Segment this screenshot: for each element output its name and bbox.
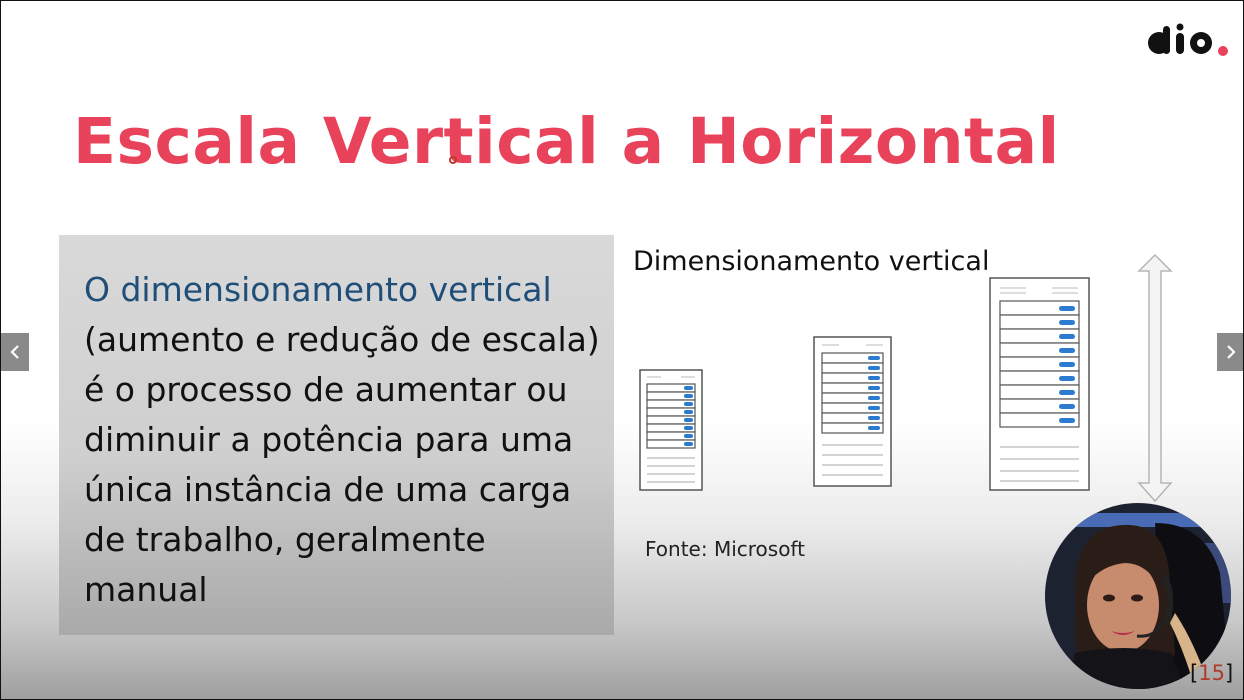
next-slide-button[interactable]	[1217, 333, 1243, 371]
vertical-scaling-diagram	[639, 253, 1173, 503]
server-small-icon	[639, 369, 703, 491]
server-large-icon	[989, 277, 1090, 491]
slide-number: [15]	[1190, 661, 1233, 685]
slide: Escala Vertical a Horizontal O dimension…	[0, 0, 1244, 700]
slide-title: Escala Vertical a Horizontal	[73, 105, 1060, 178]
page-number: 15	[1198, 661, 1225, 685]
definition-box: O dimensionamento vertical (aumento e re…	[59, 235, 614, 635]
page-bracket-open: [	[1190, 661, 1199, 685]
page-bracket-close: ]	[1224, 661, 1234, 685]
pointer-cursor-icon	[449, 156, 457, 164]
server-medium-icon	[813, 336, 892, 487]
previous-slide-button[interactable]	[1, 333, 29, 371]
double-arrow-icon	[1137, 253, 1173, 503]
definition-body: (aumento e redução de escala) é o proces…	[84, 320, 600, 609]
diagram-source: Fonte: Microsoft	[645, 537, 805, 561]
definition-text: O dimensionamento vertical (aumento e re…	[84, 265, 604, 615]
definition-highlight: O dimensionamento vertical	[84, 270, 552, 309]
chevron-left-icon	[10, 345, 19, 359]
chevron-right-icon	[1227, 345, 1236, 359]
dio-logo-icon	[1148, 23, 1228, 56]
